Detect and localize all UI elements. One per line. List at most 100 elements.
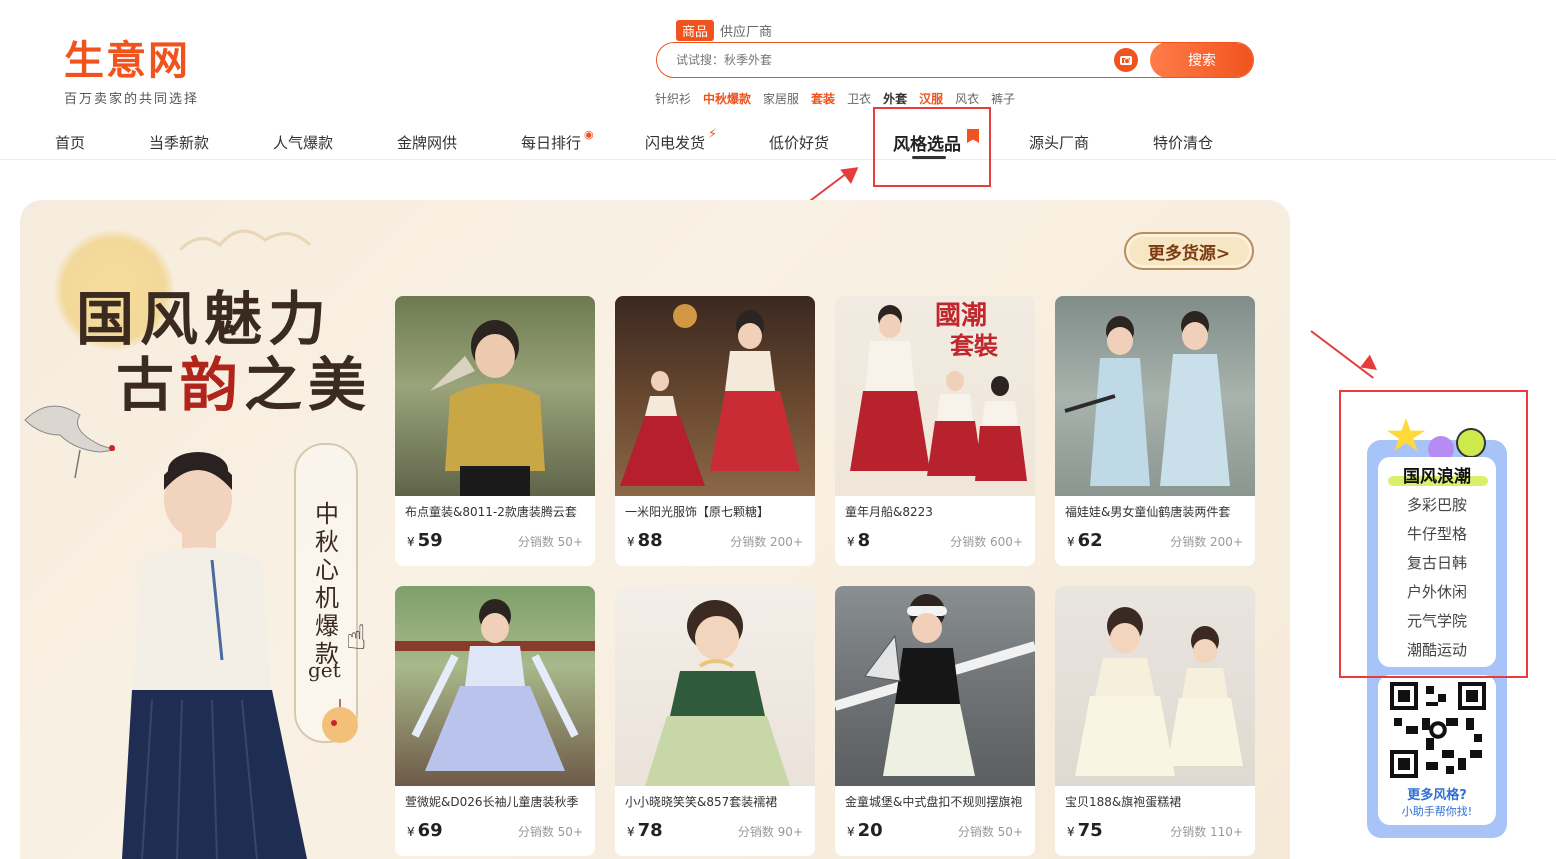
product-title[interactable]: 福娃娃&男女童仙鹤唐装两件套 [1055,496,1255,522]
annotation-arrowhead [840,159,864,185]
product-photo-girls-guochao-set: 國潮 套裝 [850,301,1027,481]
currency-symbol: ¥ [627,825,635,839]
product-title[interactable]: 童年月船&8223 [835,496,1035,522]
sales-count: 分销数 50+ [517,825,583,839]
hotword-link[interactable]: 风衣 [955,90,979,107]
product-card[interactable]: 萱微妮&D026长袖儿童唐装秋季 ¥69 分销数 50+ [395,586,595,856]
product-card[interactable]: 一米阳光服饰【原七颗糖】 ¥88 分销数 200+ [615,296,815,566]
svg-text:國潮: 國潮 [935,301,987,331]
product-card[interactable]: 福娃娃&男女童仙鹤唐装两件套 ¥62 分销数 200+ [1055,296,1255,566]
product-photo-girl-hanfu-red [620,304,800,486]
site-logo[interactable]: 生意网 百万卖家的共同选择 [64,28,199,107]
product-card[interactable]: 小小晓晓笑笑&857套装襦裙 ¥78 分销数 90+ [615,586,815,856]
model-girl-illustration [122,452,307,859]
logo-slogan: 百万卖家的共同选择 [64,92,200,107]
annotation-highlight-box [1339,390,1528,678]
sales-count: 分销数 90+ [737,825,803,839]
nav-item-season-new[interactable]: 当季新款 [149,132,209,153]
hotword-link[interactable]: 中秋爆款 [703,90,751,107]
medal-icon: ◉ [584,128,594,141]
currency-symbol: ¥ [847,825,855,839]
nav-item-clearance[interactable]: 特价清仓 [1153,132,1213,153]
hotword-link[interactable]: 家居服 [763,90,799,107]
nav-item-gold-supplier[interactable]: 金牌网供 [397,132,457,153]
product-photo-kids-crane-tangsuit [1064,311,1230,486]
hotword-link[interactable]: 外套 [883,90,907,107]
product-title[interactable]: 萱微妮&D026长袖儿童唐装秋季 [395,786,595,812]
svg-text:套裝: 套裝 [950,331,999,360]
hotword-link[interactable]: 针织衫 [655,90,691,107]
product-card[interactable]: 宝贝188&旗袍蛋糕裙 ¥75 分销数 110+ [1055,586,1255,856]
main-nav: 首页 当季新款 人气爆款 金牌网供 每日排行 ◉ 闪电发货 ⚡ 低价好货 风格选… [0,124,1556,160]
product-price: 59 [417,530,443,551]
product-photo-girl-qipao-fan [835,594,1035,776]
product-photo-girl-blue-hanfu [395,599,595,771]
currency-symbol: ¥ [407,825,415,839]
nav-item-popular[interactable]: 人气爆款 [273,132,333,153]
product-image[interactable] [835,586,1035,786]
product-card[interactable]: 國潮 套裝 童年月船&8223 ¥8 分销数 600+ [835,296,1035,566]
crane-illustration [24,405,116,479]
hotword-link[interactable]: 汉服 [919,90,943,107]
pointer-hand-icon: ☝ [346,618,367,658]
currency-symbol: ¥ [847,535,855,549]
sales-count: 分销数 50+ [517,535,583,549]
product-image[interactable] [1055,296,1255,496]
annotation-highlight-box [873,107,991,187]
sales-count: 分销数 200+ [1170,535,1243,549]
search-button[interactable]: 搜索 [1150,43,1253,77]
sales-count: 分销数 600+ [950,535,1023,549]
sales-count: 分销数 50+ [957,825,1023,839]
more-sources-button[interactable]: 更多货源> [1124,232,1254,270]
product-price: 78 [637,820,663,841]
search-bar: 搜索 [656,42,1254,78]
cloud-decoration [178,229,312,252]
product-price: 75 [1077,820,1103,841]
sales-count: 分销数 200+ [730,535,803,549]
product-card[interactable]: 布点童装&8011-2款唐装腾云套 ¥59 分销数 50+ [395,296,595,566]
product-title[interactable]: 一米阳光服饰【原七颗糖】 [615,496,815,522]
search-tab-products[interactable]: 商品 [676,20,715,41]
product-title[interactable]: 宝贝188&旗袍蛋糕裙 [1055,786,1255,812]
banner-title-line2: 古韵之美 [116,351,373,419]
qr-code-icon[interactable] [1390,682,1486,778]
search-tab-suppliers[interactable]: 供应厂商 [714,20,778,41]
more-style-title[interactable]: 更多风格? [1378,784,1496,803]
annotation-arrow [1310,330,1374,379]
product-title[interactable]: 金童城堡&中式盘扣不规则摆旗袍 [835,786,1035,812]
assistant-hint: 小助手帮你找! [1401,805,1473,818]
nav-item-source-factory[interactable]: 源头厂商 [1029,132,1089,153]
product-photo-girl-green-ruqun [645,600,790,786]
hotword-link[interactable]: 套装 [811,90,835,107]
product-image[interactable] [615,586,815,786]
product-photo-girls-cake-dress [1075,607,1243,776]
product-image[interactable] [615,296,815,496]
nav-item-home[interactable]: 首页 [55,132,85,153]
product-image[interactable] [395,296,595,496]
search-input[interactable] [657,43,1114,77]
product-price: 69 [417,820,443,841]
nav-item-fast-ship[interactable]: 闪电发货 [645,132,705,153]
product-title[interactable]: 布点童装&8011-2款唐装腾云套 [395,496,595,522]
vertical-slogan: 中秋心机爆款 [315,500,339,668]
product-image[interactable] [395,586,595,786]
product-photo-boy-tangsuit [430,320,545,496]
lantern-rabbit-decoration [322,699,358,743]
nav-item-low-price[interactable]: 低价好货 [769,132,829,153]
lightning-icon: ⚡ [708,127,718,142]
product-card[interactable]: 金童城堡&中式盘扣不规则摆旗袍 ¥20 分销数 50+ [835,586,1035,856]
hotword-link[interactable]: 卫衣 [847,90,871,107]
vertical-get-text: get [308,658,341,682]
product-image[interactable]: 國潮 套裝 [835,296,1035,496]
search-type-tabs: 商品 供应厂商 [676,20,778,41]
product-image[interactable] [1055,586,1255,786]
hotword-link[interactable]: 裤子 [991,90,1015,107]
product-price: 20 [857,820,883,841]
product-title[interactable]: 小小晓晓笑笑&857套装襦裙 [615,786,815,812]
sales-count: 分销数 110+ [1170,825,1243,839]
camera-icon[interactable] [1114,48,1138,72]
product-price: 8 [857,530,871,551]
nav-item-daily-rank[interactable]: 每日排行 [521,132,581,153]
currency-symbol: ¥ [627,535,635,549]
hot-search-words: 针织衫 中秋爆款 家居服 套装 卫衣 外套 汉服 风衣 裤子 [655,90,1027,107]
